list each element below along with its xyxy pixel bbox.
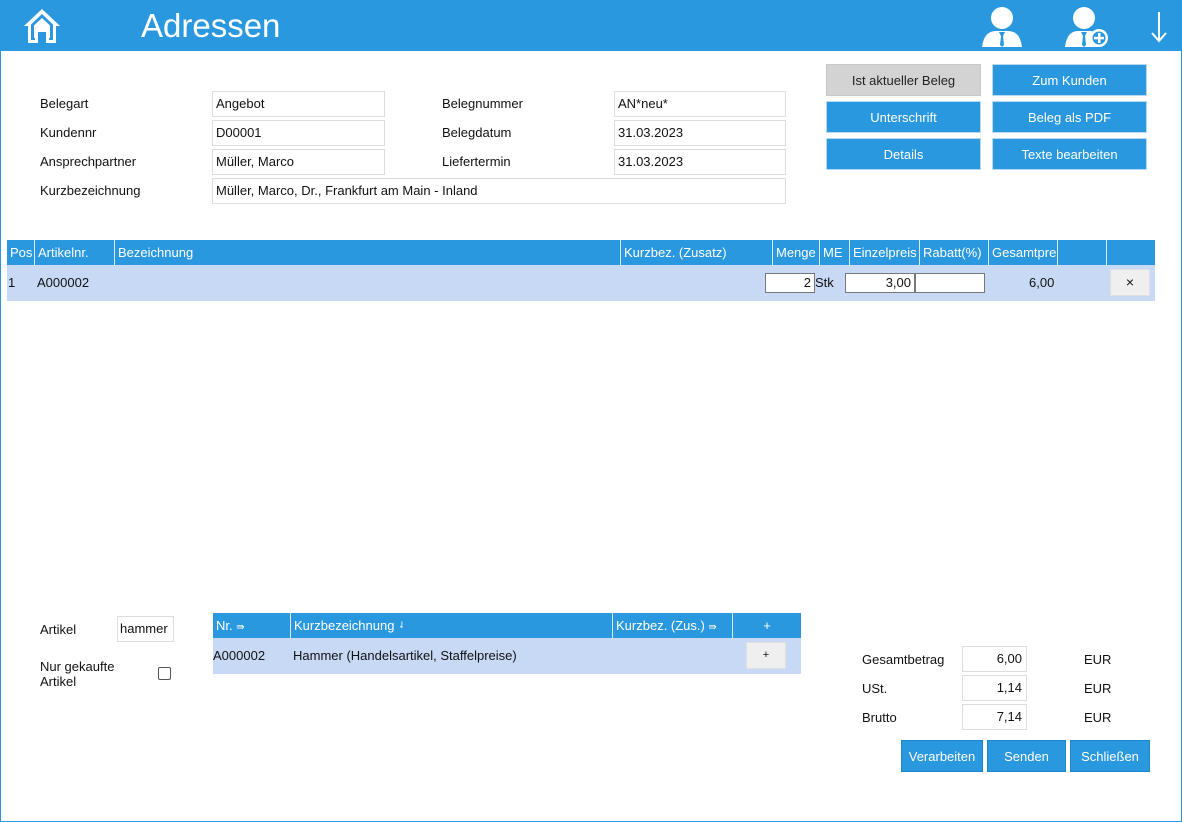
article-label: Artikel [40,622,77,637]
col-kurzbezeichnung[interactable]: Kurzbezeichnung ⇃ [291,613,613,638]
bought-only-checkbox[interactable] [158,667,171,680]
sort-icon: ⇛ [236,622,245,633]
result-nr: A000002 [213,648,266,663]
col-zusatz[interactable]: Kurzbez. (Zus.) ⇛ [613,613,733,638]
home-icon[interactable] [22,7,62,45]
row-gesamt: 6,00 [1029,275,1055,290]
send-button[interactable]: Senden [987,740,1066,772]
quantity-input[interactable]: 2 [765,273,815,293]
result-row[interactable]: A000002 Hammer (Handelsartikel, Staffelp… [213,638,801,674]
col-gesamt[interactable]: Gesamtpre [989,240,1058,265]
net-value: 6,00 [962,646,1027,672]
to-customer-button[interactable]: Zum Kunden [992,64,1147,96]
vat-currency: EUR [1084,681,1112,696]
custno-label: Kundennr [40,125,97,140]
bought-only-label: Nur gekaufte Artikel [40,659,115,689]
edit-texts-button[interactable]: Texte bearbeiten [992,138,1147,170]
doctype-label: Belegart [40,96,89,111]
col-nr[interactable]: Nr. ⇛ [213,613,291,638]
sort-desc-icon: ⇃ [398,620,406,630]
col-nr-label: Nr. [216,618,233,633]
net-label: Gesamtbetrag [862,652,945,667]
gross-value: 7,14 [962,704,1027,730]
app-header: Adressen [0,0,1182,51]
contact-label: Ansprechpartner [40,154,137,169]
user-icon[interactable] [980,5,1024,47]
gross-label: Brutto [862,710,897,725]
gross-currency: EUR [1084,710,1112,725]
page-title: Adressen [141,7,281,44]
vat-value: 1,14 [962,675,1027,701]
close-button[interactable]: Schließen [1070,740,1150,772]
delete-row-button[interactable]: × [1110,269,1150,296]
delivery-label: Liefertermin [442,154,511,169]
results-header: Nr. ⇛ Kurzbezeichnung ⇃ Kurzbez. (Zus.) … [213,613,801,638]
col-menge[interactable]: Menge [773,240,820,265]
col-bezeichnung[interactable]: Bezeichnung [115,240,621,265]
row-me: Stk [815,275,834,290]
short-label: Kurzbezeichnung [40,183,141,198]
col-blank [1058,240,1107,265]
col-kurzbez[interactable]: Kurzbez. (Zusatz) [621,240,773,265]
unit-price-input[interactable]: 3,00 [845,273,915,293]
col-pos[interactable]: Pos [7,240,35,265]
add-article-button[interactable]: + [746,642,786,669]
net-currency: EUR [1084,652,1112,667]
delivery-field[interactable]: 31.03.2023 [614,149,786,175]
col-einzelpreis[interactable]: Einzelpreis [850,240,920,265]
doc-pdf-button[interactable]: Beleg als PDF [992,101,1147,133]
details-button[interactable]: Details [826,138,981,170]
current-doc-button[interactable]: Ist aktueller Beleg [826,64,981,96]
docdate-field[interactable]: 31.03.2023 [614,120,786,146]
contact-field[interactable]: Müller, Marco [212,149,385,175]
col-add[interactable]: + [733,613,801,638]
col-rabatt[interactable]: Rabatt(%) [920,240,989,265]
docno-field[interactable]: AN*neu* [614,91,786,117]
signature-button[interactable]: Unterschrift [826,101,981,133]
sort-icon: ⇛ [708,622,717,633]
result-kurzbez: Hammer (Handelsartikel, Staffelpreise) [293,648,517,663]
process-button[interactable]: Verarbeiten [901,740,983,772]
col-zusatz-label: Kurzbez. (Zus.) [616,618,705,633]
discount-input[interactable] [915,273,985,293]
article-search-input[interactable]: hammer [117,616,174,642]
doctype-field[interactable]: Angebot [212,91,385,117]
custno-field[interactable]: D00001 [212,120,385,146]
col-action [1107,240,1155,265]
col-me[interactable]: ME [820,240,850,265]
table-row[interactable]: 1 A000002 2 Stk 3,00 6,00 × [7,265,1155,301]
short-field[interactable]: Müller, Marco, Dr., Frankfurt am Main - … [212,178,786,204]
add-user-icon[interactable] [1064,5,1110,47]
row-pos: 1 [8,275,16,290]
positions-header: Pos Artikelnr. Bezeichnung Kurzbez. (Zus… [7,240,1155,265]
docno-label: Belegnummer [442,96,523,111]
col-kurzbezeichnung-label: Kurzbezeichnung [294,618,395,633]
arrow-down-icon[interactable] [1148,10,1170,44]
docdate-label: Belegdatum [442,125,512,140]
row-artnr: A000002 [37,275,90,290]
vat-label: USt. [862,681,888,696]
col-artnr[interactable]: Artikelnr. [35,240,115,265]
